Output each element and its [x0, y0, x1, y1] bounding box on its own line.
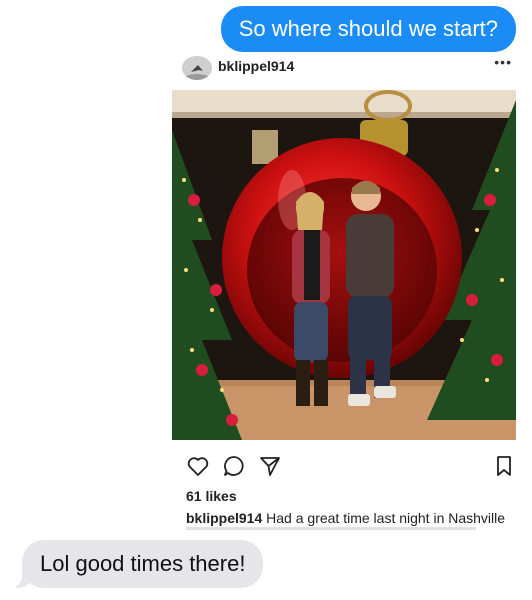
- more-options-icon[interactable]: •••: [494, 54, 512, 70]
- incoming-message-text: Lol good times there!: [40, 551, 246, 576]
- avatar-image: [182, 56, 212, 80]
- incoming-message-bubble[interactable]: Lol good times there!: [8, 540, 264, 588]
- post-photo[interactable]: [172, 90, 516, 440]
- post-action-bar: [186, 454, 516, 480]
- share-icon[interactable]: [258, 454, 282, 478]
- caption-text: Had a great time last night in Nashville: [262, 510, 506, 526]
- bookmark-icon[interactable]: [492, 454, 516, 478]
- likes-count[interactable]: 61 likes: [186, 488, 237, 504]
- shared-post-header: bklippel914 •••: [182, 54, 516, 84]
- caption-overflow-line: [186, 527, 476, 535]
- heart-icon[interactable]: [186, 454, 210, 478]
- post-username[interactable]: bklippel914: [218, 58, 294, 74]
- outgoing-message-text: So where should we start?: [238, 16, 498, 41]
- post-caption: bklippel914 Had a great time last night …: [186, 510, 516, 526]
- outgoing-message-bubble[interactable]: So where should we start?: [220, 6, 516, 52]
- avatar[interactable]: [182, 56, 212, 80]
- christmas-ornament-photo: [172, 90, 516, 440]
- comment-icon[interactable]: [222, 454, 246, 478]
- caption-username[interactable]: bklippel914: [186, 510, 262, 526]
